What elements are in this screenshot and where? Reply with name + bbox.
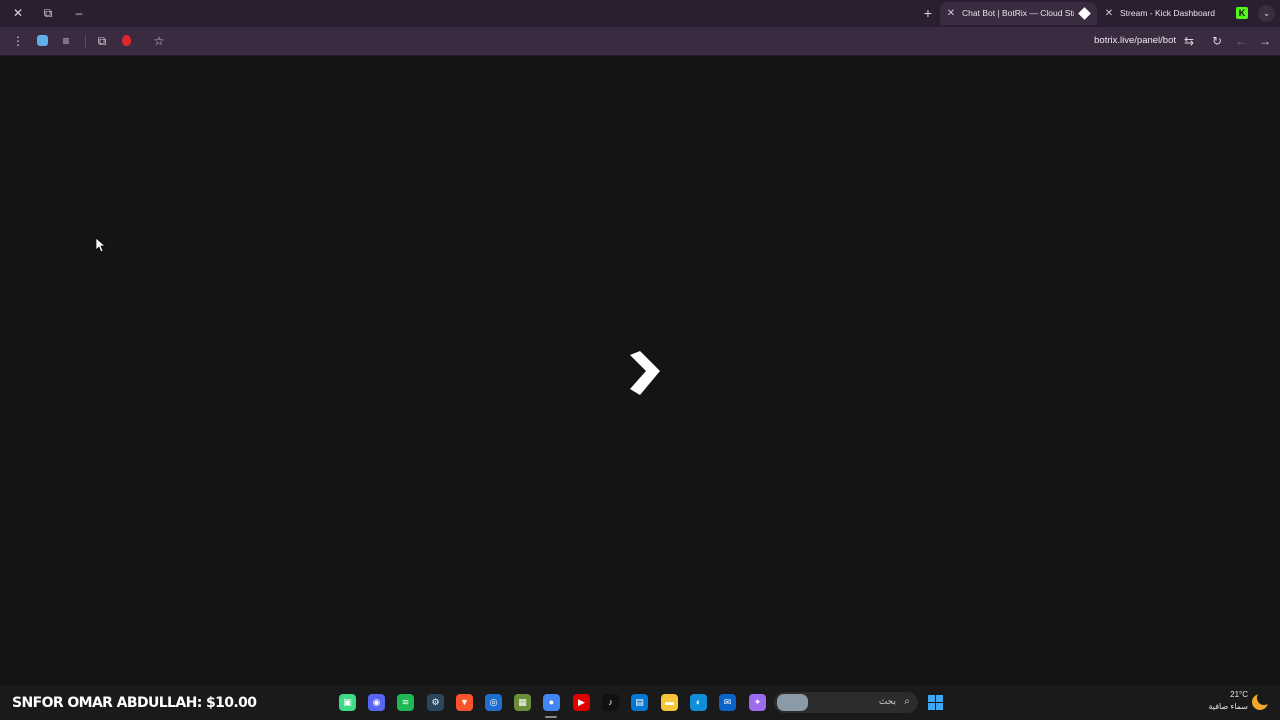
toolbar-divider	[85, 35, 86, 48]
extensions-icon[interactable]: ⧉	[94, 33, 110, 49]
copilot-icon[interactable]: ✦	[749, 694, 766, 711]
search-icon: ⌕	[904, 696, 910, 707]
bookmark-star-icon[interactable]: ☆	[151, 33, 167, 49]
extension-blue-icon[interactable]	[34, 33, 50, 49]
weather-moon-icon[interactable]	[1252, 691, 1271, 710]
weather-condition[interactable]: سماء صافية	[1196, 702, 1248, 711]
back-arrow-icon[interactable]: ←	[1233, 33, 1249, 49]
tab-title: Chat Bot | BotRix — Cloud Stre	[962, 8, 1074, 18]
microsoft-store-icon[interactable]: ▤	[631, 694, 648, 711]
tab-botrix[interactable]: ✕ Chat Bot | BotRix — Cloud Stre	[940, 2, 1097, 25]
discord-icon[interactable]: ◉	[368, 694, 385, 711]
tab-kick-dashboard[interactable]: ✕ Stream - Kick Dashboard	[1099, 2, 1221, 25]
edge-icon[interactable]: ◐	[690, 694, 707, 711]
forward-arrow-icon[interactable]: →	[1257, 33, 1273, 49]
browser-toolbar: ⋮ ≡ ⧉ ☆ botrix.live/panel/bot ⇆ ↻ ← →	[0, 27, 1280, 56]
active-app-indicator	[545, 716, 557, 718]
restore-window-button[interactable]: ⧉	[38, 4, 58, 22]
file-explorer-icon[interactable]: ▬	[661, 694, 678, 711]
chrome-icon[interactable]: ●	[543, 694, 560, 711]
mouse-cursor-icon	[96, 238, 106, 253]
tiktok-icon[interactable]: ♪	[602, 694, 619, 711]
close-tab-icon[interactable]: ✕	[1102, 2, 1116, 25]
youtube-icon[interactable]: ▶	[573, 694, 590, 711]
loading-logo-icon	[630, 351, 660, 395]
botrix-favicon-icon	[1078, 7, 1091, 20]
spotify-icon[interactable]: ≋	[397, 694, 414, 711]
close-tab-icon[interactable]: ✕	[944, 2, 958, 25]
blue-app-icon[interactable]: ◎	[485, 694, 502, 711]
donation-overlay: SNFOR OMAR ABDULLAH: $10.00	[12, 695, 257, 711]
menu-icon[interactable]: ⋮	[10, 33, 26, 49]
android-app-icon[interactable]: ▣	[339, 694, 356, 711]
minimize-window-button[interactable]: –	[69, 4, 89, 22]
search-placeholder: بحث	[878, 696, 896, 706]
search-highlight-thumbnail	[777, 694, 808, 711]
reload-icon[interactable]: ↻	[1209, 33, 1225, 49]
brave-icon[interactable]: ▼	[456, 694, 473, 711]
tab-title: Stream - Kick Dashboard	[1120, 8, 1215, 18]
address-bar[interactable]: botrix.live/panel/bot	[1060, 33, 1176, 49]
reading-list-icon[interactable]: ≡	[58, 33, 74, 49]
new-tab-button[interactable]: +	[919, 4, 937, 22]
steam-icon[interactable]: ⚙	[427, 694, 444, 711]
extension-red-icon[interactable]	[118, 33, 134, 49]
tab-bar: ✕ ⧉ – + ✕ Chat Bot | BotRix — Cloud Stre…	[0, 0, 1280, 27]
windows-start-icon[interactable]	[928, 695, 943, 710]
page-content	[0, 57, 1280, 685]
site-settings-icon[interactable]: ⇆	[1181, 33, 1197, 49]
outlook-icon[interactable]: ✉	[719, 694, 736, 711]
close-window-button[interactable]: ✕	[8, 4, 28, 22]
minecraft-icon[interactable]: ▦	[514, 694, 531, 711]
taskbar: SNFOR OMAR ABDULLAH: $10.00 ▣ ◉ ≋ ⚙ ▼ ◎ …	[0, 685, 1280, 720]
weather-temperature[interactable]: 21°C	[1222, 690, 1248, 699]
tab-search-button[interactable]: ⌄	[1258, 5, 1275, 22]
kick-favicon-icon: K	[1236, 7, 1248, 19]
